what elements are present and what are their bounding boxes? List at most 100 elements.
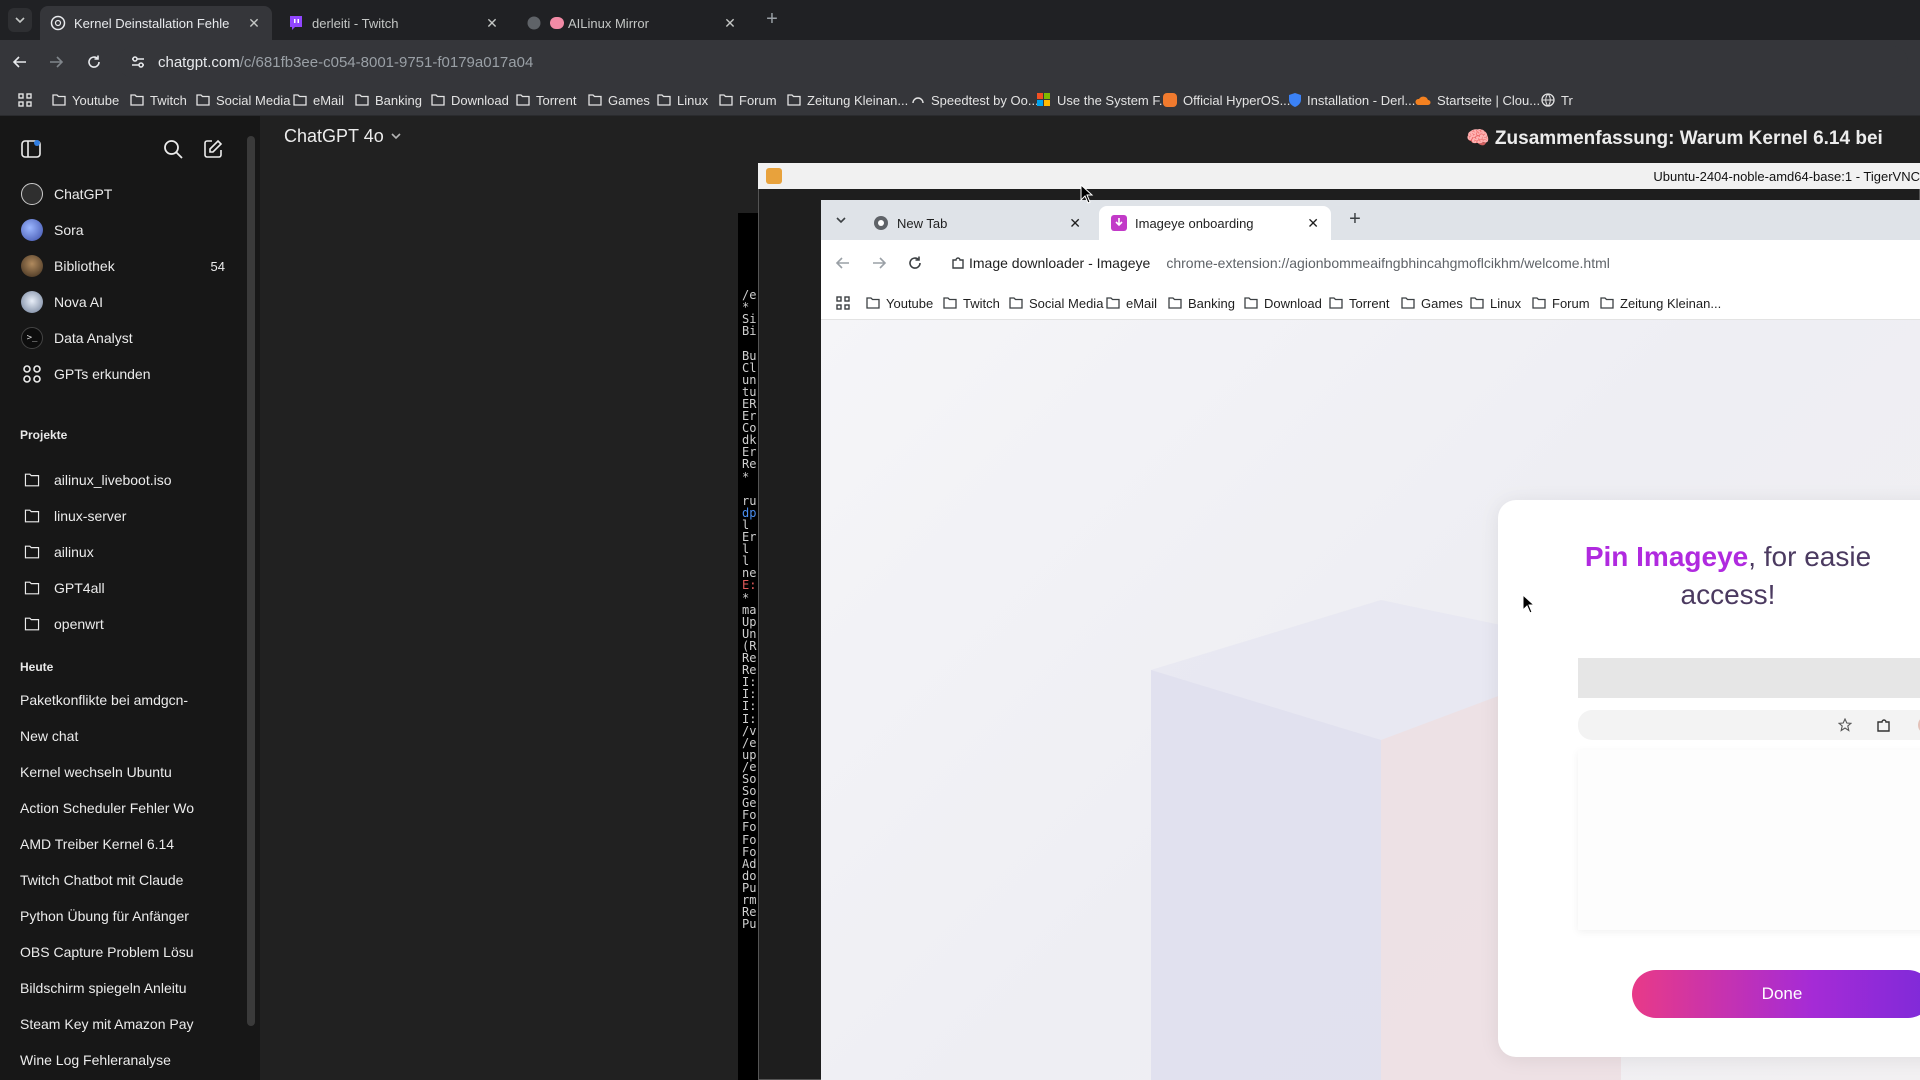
sidebar-item-data-analyst[interactable]: >_ Data Analyst	[0, 320, 245, 356]
bookmark-item[interactable]: Linux	[1470, 286, 1521, 320]
done-button[interactable]: Done	[1632, 970, 1920, 1018]
bookmark-item[interactable]: Download	[1244, 286, 1322, 320]
folder-icon	[1168, 297, 1182, 309]
bookmark-item[interactable]: Youtube	[866, 286, 933, 320]
bookmark-item[interactable]: Linux	[657, 84, 708, 116]
model-selector[interactable]: ChatGPT 4o	[284, 118, 402, 154]
sidebar-item-chatgpt[interactable]: ChatGPT	[0, 176, 245, 212]
bookmark-item[interactable]: Youtube	[52, 84, 119, 116]
bookmark-item[interactable]: Forum	[719, 84, 777, 116]
search-icon[interactable]	[162, 138, 184, 160]
project-item[interactable]: linux-server	[0, 498, 245, 534]
inner-omnibox[interactable]: Image downloader - Imageye chrome-extens…	[939, 247, 1909, 279]
apps-grid-icon[interactable]	[836, 296, 850, 310]
bookmark-label: Torrent	[1349, 295, 1390, 311]
bookmark-item[interactable]: Banking	[1168, 286, 1235, 320]
omnibox[interactable]: chatgpt.com /c/681fb3ee-c054-8001-9751-f…	[118, 46, 1908, 78]
inner-tab-search-button[interactable]	[829, 208, 853, 232]
bookmark-item[interactable]: Twitch	[130, 84, 187, 116]
inner-tab-imageye[interactable]: Imageye onboarding ✕	[1099, 206, 1331, 240]
imageye-icon	[1111, 215, 1127, 231]
chat-history-item[interactable]: Twitch Chatbot mit Claude	[20, 872, 202, 888]
toggle-sidebar-icon[interactable]	[20, 138, 42, 160]
bookmark-item[interactable]: Speedtest by Oo...	[911, 84, 1039, 116]
apps-grid-icon[interactable]	[18, 93, 32, 107]
bookmark-label: Youtube	[886, 295, 934, 311]
new-tab-button[interactable]: +	[760, 8, 784, 32]
bookmark-item[interactable]: Tr	[1541, 84, 1573, 116]
project-label: GPT4all	[54, 580, 105, 596]
tab-search-button[interactable]	[8, 8, 32, 32]
microsoft-icon	[1037, 93, 1050, 106]
speedtest-icon	[912, 97, 924, 104]
bookmark-item[interactable]: Social Media	[196, 84, 290, 116]
bookmark-item[interactable]: Torrent	[1329, 286, 1389, 320]
close-tab-icon[interactable]: ✕	[246, 15, 262, 32]
chat-history-item[interactable]: New chat	[20, 728, 202, 744]
close-tab-icon[interactable]: ✕	[1069, 215, 1081, 232]
projects-heading: Projekte	[20, 428, 68, 442]
chat-history-item[interactable]: Action Scheduler Fehler Wo	[20, 800, 202, 816]
chat-history-item[interactable]: AMD Treiber Kernel 6.14	[20, 836, 202, 852]
library-avatar	[21, 255, 43, 277]
inner-new-tab-button[interactable]: +	[1343, 208, 1367, 232]
bookmark-item[interactable]: eMail	[1106, 286, 1157, 320]
bookmark-item[interactable]: Games	[1401, 286, 1463, 320]
sidebar-item-bibliothek[interactable]: Bibliothek 54	[0, 248, 245, 284]
extension-puzzle-icon	[952, 257, 964, 269]
outer-tab-twitch[interactable]: derleiti - Twitch ✕	[278, 6, 510, 40]
bookmark-item[interactable]: Banking	[355, 84, 422, 116]
close-tab-icon[interactable]: ✕	[484, 15, 500, 32]
project-item[interactable]: openwrt	[0, 606, 245, 642]
sidebar-scrollbar[interactable]	[247, 136, 255, 1026]
bookmark-item[interactable]: Social Media	[1009, 286, 1103, 320]
back-arrow-icon[interactable]	[12, 54, 28, 70]
chat-history-item[interactable]: Steam Key mit Amazon Pay	[20, 1016, 202, 1032]
chat-history-item[interactable]: Wine Log Fehleranalyse	[20, 1052, 202, 1068]
outer-tab-strip: Kernel Deinstallation Fehle ✕ derleiti -…	[0, 0, 1920, 40]
reload-icon[interactable]	[86, 54, 102, 70]
sidebar-item-sora[interactable]: Sora	[0, 212, 245, 248]
chat-history-item[interactable]: OBS Capture Problem Lösu	[20, 944, 202, 960]
chat-history-item[interactable]: Kernel wechseln Ubuntu	[20, 764, 202, 780]
twitch-icon	[290, 16, 302, 30]
bookmark-item[interactable]: Forum	[1532, 286, 1590, 320]
vnc-app-icon	[766, 168, 782, 184]
bookmark-item[interactable]: Startseite | Clou...	[1415, 84, 1540, 116]
sidebar-item-nova-ai[interactable]: Nova AI	[0, 284, 245, 320]
outer-tab-chatgpt[interactable]: Kernel Deinstallation Fehle ✕	[40, 6, 272, 40]
forward-arrow-icon[interactable]	[871, 255, 887, 271]
project-item[interactable]: ailinux	[0, 534, 245, 570]
bookmark-item[interactable]: Installation - Derl...	[1289, 84, 1415, 116]
folder-icon	[24, 617, 40, 631]
project-label: linux-server	[54, 508, 127, 524]
headline-line2: access!	[1680, 579, 1776, 610]
bookmark-item[interactable]: Official HyperOS...	[1163, 84, 1290, 116]
close-tab-icon[interactable]: ✕	[722, 15, 738, 32]
folder-icon	[431, 94, 445, 106]
new-chat-icon[interactable]	[202, 138, 224, 160]
project-item[interactable]: GPT4all	[0, 570, 245, 606]
chat-history-item[interactable]: Python Übung für Anfänger	[20, 908, 202, 924]
bookmark-item[interactable]: Zeitung Kleinan...	[1600, 286, 1721, 320]
vnc-titlebar[interactable]: Ubuntu-2404-noble-amd64-base:1 - TigerVN…	[758, 163, 1920, 189]
bookmark-item[interactable]: Zeitung Kleinan...	[787, 84, 908, 116]
bookmark-item[interactable]: Twitch	[943, 286, 1000, 320]
close-tab-icon[interactable]: ✕	[1307, 215, 1319, 232]
bookmark-item[interactable]: Games	[588, 84, 650, 116]
sidebar-item-explore-gpts[interactable]: GPTs erkunden	[0, 356, 245, 392]
back-arrow-icon[interactable]	[835, 255, 851, 271]
site-settings-icon[interactable]	[130, 54, 146, 70]
bookmark-item[interactable]: eMail	[293, 84, 344, 116]
inner-tab-new-tab[interactable]: New Tab ✕	[861, 206, 1093, 240]
forward-arrow-icon[interactable]	[48, 54, 64, 70]
bookmark-item[interactable]: Use the System F...	[1037, 84, 1170, 116]
outer-tab-ailinux[interactable]: AILinux Mirror ✕	[516, 6, 748, 40]
chat-history-item[interactable]: Bildschirm spiegeln Anleitu	[20, 980, 202, 996]
bookmark-label: Twitch	[150, 92, 187, 108]
project-item[interactable]: ailinux_liveboot.iso	[0, 462, 245, 498]
bookmark-item[interactable]: Download	[431, 84, 509, 116]
chat-history-item[interactable]: Paketkonflikte bei amdgcn-	[20, 692, 202, 708]
reload-icon[interactable]	[907, 255, 923, 271]
bookmark-item[interactable]: Torrent	[516, 84, 576, 116]
